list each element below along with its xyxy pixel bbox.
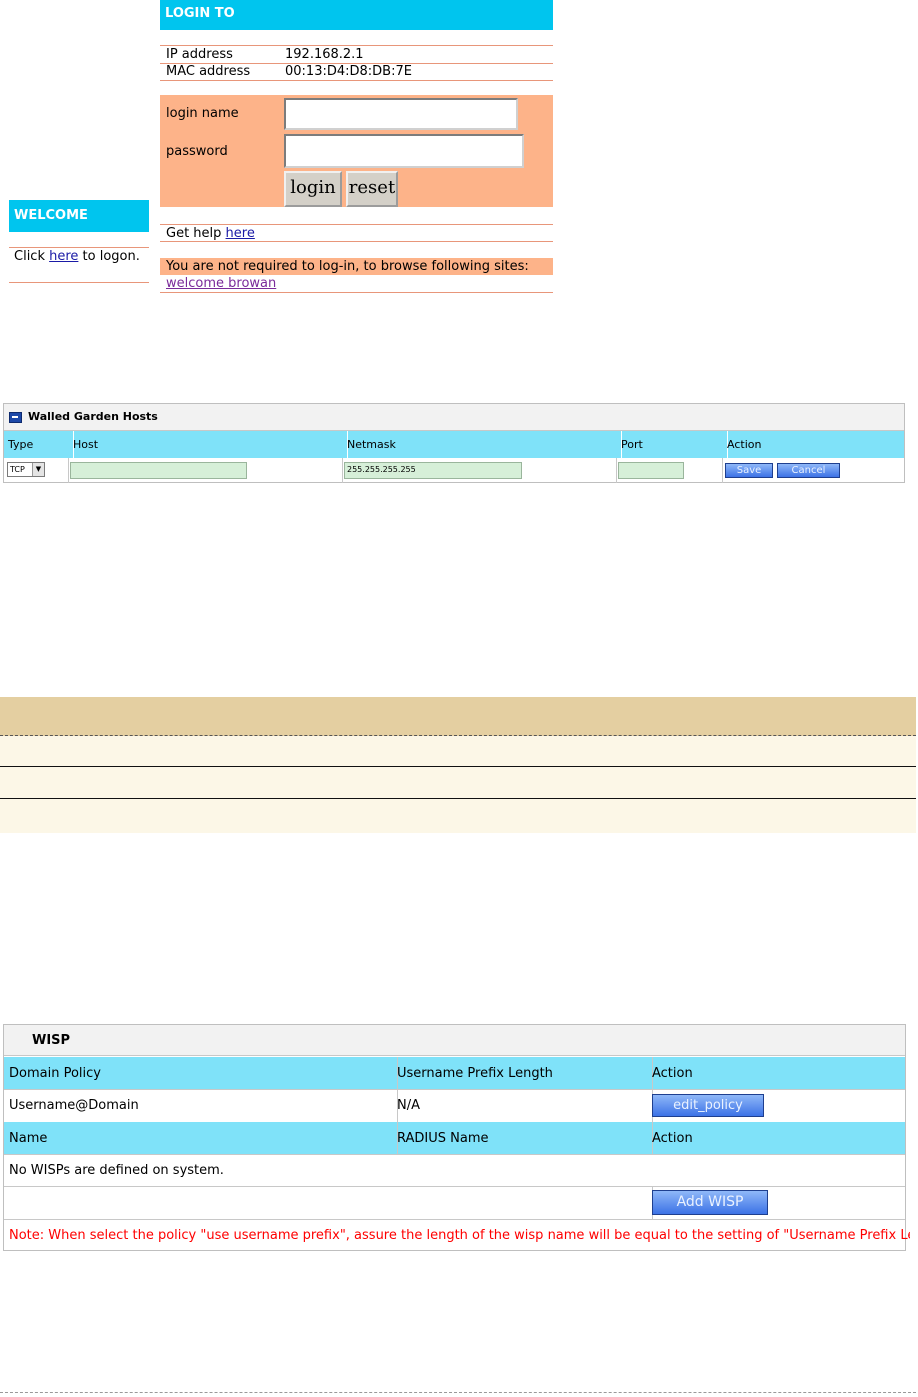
add-wisp-button[interactable]: Add WISP	[652, 1190, 768, 1215]
col-radius-name: RADIUS Name	[392, 1122, 653, 1154]
col-action: Action	[652, 1130, 693, 1146]
login-button[interactable]: login	[284, 171, 342, 207]
table-row	[0, 767, 916, 798]
password-input[interactable]	[284, 134, 524, 168]
ip-address-value: 192.168.2.1	[285, 47, 364, 62]
col-action: Action	[652, 1065, 693, 1081]
page-bottom-divider	[0, 1392, 916, 1393]
beige-table	[0, 697, 916, 833]
welcome-text: Click here to logon.	[14, 249, 140, 264]
col-type: Type	[4, 431, 74, 458]
mac-address-value: 00:13:D4:D8:DB:7E	[285, 64, 412, 79]
divider	[160, 80, 553, 81]
col-host: Host	[69, 431, 348, 458]
divider	[160, 292, 553, 293]
col-name: Name	[4, 1122, 398, 1154]
cell-divider	[722, 458, 723, 483]
logon-link[interactable]: here	[49, 249, 78, 264]
walled-garden-panel: Walled Garden Hosts Type Host Netmask Po…	[3, 403, 905, 483]
password-label: password	[166, 144, 228, 159]
arrow-icon	[9, 412, 22, 423]
port-input[interactable]	[618, 462, 684, 479]
chevron-down-icon: ▼	[32, 463, 44, 476]
divider	[9, 247, 149, 248]
add-wisp-row: Add WISP	[4, 1186, 905, 1220]
table-row	[0, 736, 916, 766]
wisp-panel: WISP Domain Policy Username Prefix Lengt…	[3, 1024, 910, 1251]
login-name-label: login name	[166, 106, 239, 121]
col-prefix-length: Username Prefix Length	[392, 1057, 653, 1089]
save-button[interactable]: Save	[725, 463, 773, 478]
domain-policy-value: Username@Domain	[4, 1089, 398, 1122]
welcome-title: WELCOME	[9, 200, 149, 232]
login-form: login name password login reset	[160, 95, 553, 207]
col-netmask: Netmask	[343, 431, 622, 458]
walled-garden-header: Type Host Netmask Port Action	[4, 431, 904, 458]
col-action: Action	[727, 438, 762, 451]
cell-divider	[68, 458, 69, 483]
mac-address-label: MAC address	[166, 64, 251, 79]
walled-garden-input-row: TCP ▼ 255.255.255.255 Save Cancel	[4, 458, 904, 483]
cancel-button[interactable]: Cancel	[777, 463, 840, 478]
login-name-input[interactable]	[284, 98, 518, 130]
divider	[160, 45, 553, 46]
help-text: Get help	[166, 226, 226, 241]
divider	[9, 282, 149, 283]
browse-notice: You are not required to log-in, to brows…	[160, 258, 553, 275]
wisp-list-header-row: Name RADIUS Name Action	[4, 1122, 905, 1155]
help-line: Get help here	[166, 226, 255, 241]
edit-policy-button[interactable]: edit_policy	[652, 1094, 764, 1117]
ip-address-label: IP address	[166, 47, 233, 62]
welcome-text-after: to logon.	[78, 249, 140, 264]
host-input[interactable]	[70, 462, 247, 479]
empty-wisp-text: No WISPs are defined on system.	[9, 1162, 224, 1178]
cell-divider	[616, 458, 617, 483]
welcome-browan-link[interactable]: welcome browan	[166, 276, 276, 291]
type-select[interactable]: TCP ▼	[7, 462, 45, 477]
divider	[160, 224, 553, 225]
prefix-length-value: N/A	[392, 1089, 653, 1122]
policy-row: Username@Domain N/A edit_policy	[4, 1089, 905, 1123]
policy-header-row: Domain Policy Username Prefix Length Act…	[4, 1057, 905, 1090]
wisp-title: WISP	[4, 1025, 905, 1056]
help-link[interactable]: here	[226, 226, 255, 241]
login-panel: LOGIN TO IP address 192.168.2.1 MAC addr…	[160, 0, 553, 300]
policy-action-cell: edit_policy	[647, 1089, 910, 1122]
col-port: Port	[617, 431, 728, 458]
add-wisp-cell: Add WISP	[647, 1186, 910, 1219]
cell-divider	[342, 458, 343, 483]
netmask-input[interactable]: 255.255.255.255	[344, 462, 522, 479]
walled-garden-title: Walled Garden Hosts	[4, 404, 904, 431]
add-wisp-spacer	[4, 1186, 653, 1219]
beige-table-header	[0, 697, 916, 736]
welcome-text-before: Click	[14, 249, 50, 264]
reset-button[interactable]: reset	[346, 171, 398, 207]
login-title: LOGIN TO	[160, 0, 553, 30]
empty-wisp-row: No WISPs are defined on system.	[4, 1154, 905, 1187]
divider	[160, 241, 553, 242]
type-select-value: TCP	[10, 465, 25, 474]
wisp-note-row: Note: When select the policy "use userna…	[4, 1219, 910, 1251]
welcome-panel: WELCOME Click here to logon.	[9, 200, 149, 285]
wisp-note: Note: When select the policy "use userna…	[9, 1227, 910, 1243]
table-row	[0, 799, 916, 833]
col-domain-policy: Domain Policy	[4, 1057, 398, 1089]
